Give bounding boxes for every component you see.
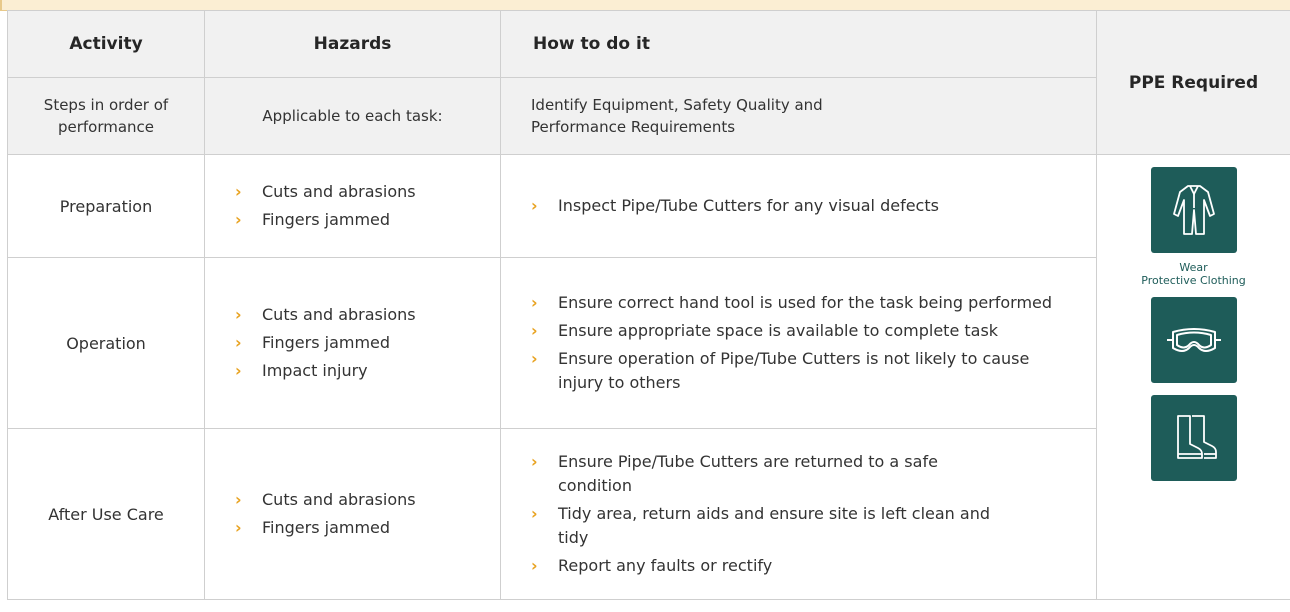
activity-subheader: Steps in order of performance (7, 77, 205, 155)
coverall-icon (1150, 167, 1237, 253)
chevron-right-icon: › (235, 182, 242, 201)
how-cell: › Inspect Pipe/Tube Cutters for any visua… (500, 154, 1097, 258)
chevron-right-icon: › (531, 196, 538, 215)
how-item: › Ensure Pipe/Tube Cutters are returned t… (531, 452, 938, 495)
goggles-icon (1150, 297, 1237, 383)
how-item: › Ensure appropriate space is available t… (531, 319, 1058, 343)
how-cell: › Ensure Pipe/Tube Cutters are returned t… (500, 428, 1097, 600)
chevron-right-icon: › (531, 504, 538, 523)
how-cell: › Ensure correct hand tool is used for th… (500, 257, 1097, 429)
chevron-right-icon: › (235, 490, 242, 509)
ppe-header: PPE Required (1096, 10, 1290, 155)
hazards-header: Hazards (204, 10, 501, 78)
chevron-right-icon: › (235, 518, 242, 537)
hazards-subheader: Applicable to each task: (204, 77, 501, 155)
how-item: › Inspect Pipe/Tube Cutters for any visua… (531, 194, 1058, 218)
chevron-right-icon: › (235, 305, 242, 324)
chevron-right-icon: › (235, 210, 242, 229)
boots-icon (1150, 395, 1237, 481)
hazards-cell: › Cuts and abrasions › Fingers jammed › Imp… (204, 257, 501, 429)
hazard-item: › Fingers jammed (235, 331, 500, 355)
activity-header: Activity (7, 10, 205, 78)
hazard-item: › Cuts and abrasions (235, 180, 500, 204)
hazards-cell: › Cuts and abrasions › Fingers jammed (204, 428, 501, 600)
hazard-item: › Impact injury (235, 359, 500, 383)
chevron-right-icon: › (531, 293, 538, 312)
hazards-cell: › Cuts and abrasions › Fingers jammed (204, 154, 501, 258)
chevron-right-icon: › (235, 361, 242, 380)
safety-table: Activity Hazards How to do it PPE Requir… (7, 10, 1290, 600)
ppe-icons: Wear Protective Clothing (1097, 167, 1290, 481)
how-header: How to do it (500, 10, 1097, 78)
chevron-right-icon: › (531, 349, 538, 368)
hazard-item: › Cuts and abrasions (235, 303, 500, 327)
activity-cell: After Use Care (7, 428, 205, 600)
activity-cell: Preparation (7, 154, 205, 258)
how-item: › Tidy area, return aids and ensure site … (531, 504, 990, 547)
how-item: › Ensure correct hand tool is used for th… (531, 291, 1058, 315)
ppe-cell: Wear Protective Clothing (1096, 154, 1290, 600)
activity-cell: Operation (7, 257, 205, 429)
how-subheader: Identify Equipment, Safety Quality and P… (500, 77, 1097, 155)
hazard-item: › Cuts and abrasions (235, 488, 500, 512)
hazard-item: › Fingers jammed (235, 208, 500, 232)
chevron-right-icon: › (531, 321, 538, 340)
chevron-right-icon: › (235, 333, 242, 352)
chevron-right-icon: › (531, 556, 538, 575)
how-item: › Report any faults or rectify (531, 554, 1058, 578)
hazard-item: › Fingers jammed (235, 516, 500, 540)
table-row: Preparation › Cuts and abrasions › Fingers… (7, 154, 1290, 600)
header-row: Activity Hazards How to do it PPE Requir… (7, 10, 1290, 155)
how-item: › Ensure operation of Pipe/Tube Cutters i… (531, 349, 1030, 392)
chevron-right-icon: › (531, 452, 538, 471)
ppe-caption: Wear Protective Clothing (1141, 261, 1246, 287)
